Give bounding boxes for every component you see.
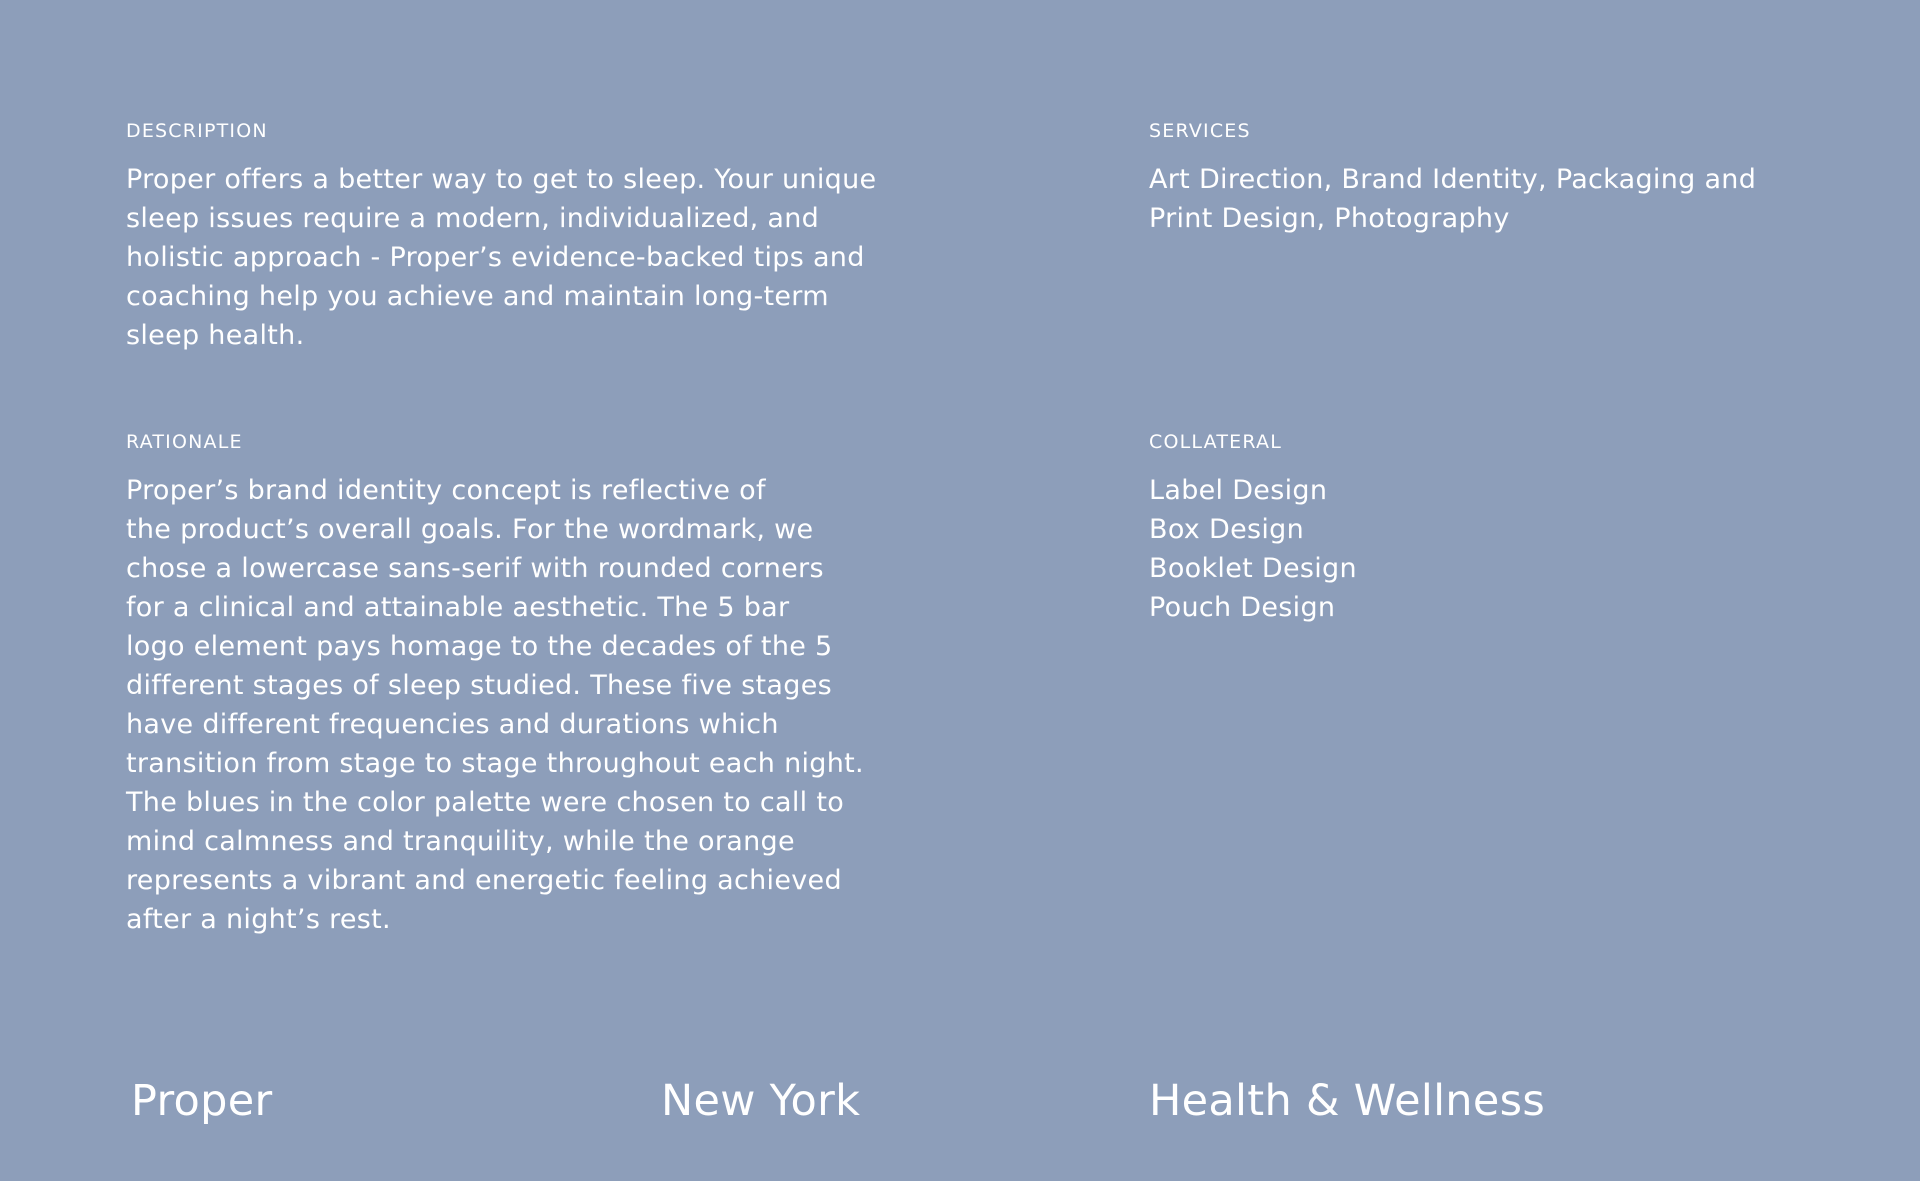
collateral-list: Label Design Box Design Booklet Design P… — [1149, 471, 1849, 627]
rationale-heading: RATIONALE — [126, 431, 243, 453]
collateral-item-booklet-design: Booklet Design — [1149, 553, 1357, 584]
rationale-section: RATIONALE Proper’s brand identity concep… — [126, 430, 886, 939]
description-heading: DESCRIPTION — [126, 120, 268, 142]
footer-location: New York — [661, 1076, 861, 1126]
footer-industry: Health & Wellness — [1149, 1076, 1546, 1126]
description-text: Proper offers a better way to get to sle… — [126, 164, 877, 351]
collateral-item-box-design: Box Design — [1149, 514, 1304, 545]
collateral-item-label-design: Label Design — [1149, 475, 1328, 506]
collateral-heading: COLLATERAL — [1149, 431, 1282, 453]
rationale-text: Proper’s brand identity concept is refle… — [126, 475, 864, 935]
footer-client-name: Proper — [131, 1076, 273, 1126]
collateral-section: COLLATERAL Label Design Box Design Bookl… — [1149, 430, 1849, 627]
description-section: DESCRIPTION Proper offers a better way t… — [126, 119, 886, 355]
services-text: Art Direction, Brand Identity, Packaging… — [1149, 164, 1757, 234]
services-heading: SERVICES — [1149, 120, 1251, 142]
collateral-item-pouch-design: Pouch Design — [1149, 592, 1336, 623]
services-section: SERVICES Art Direction, Brand Identity, … — [1149, 119, 1849, 238]
